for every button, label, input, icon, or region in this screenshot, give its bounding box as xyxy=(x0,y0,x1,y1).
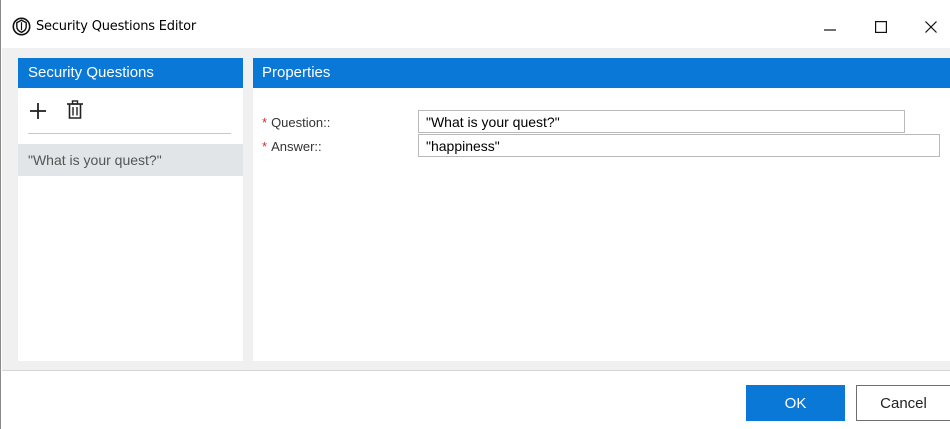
question-input[interactable] xyxy=(418,110,905,133)
ok-button[interactable]: OK xyxy=(746,385,845,421)
security-questions-header: Security Questions xyxy=(18,58,243,88)
required-marker: * xyxy=(262,139,268,154)
answer-label: * Answer:: xyxy=(262,139,322,161)
question-label: * Question:: xyxy=(262,115,330,137)
security-questions-window: Security Questions Editor Security Quest… xyxy=(0,0,950,429)
title-bar[interactable]: Security Questions Editor xyxy=(1,0,950,48)
window-title: Security Questions Editor xyxy=(36,19,197,34)
required-marker: * xyxy=(262,115,268,130)
minimize-icon xyxy=(824,21,836,33)
maximize-button[interactable] xyxy=(858,11,904,43)
questions-toolbar xyxy=(18,88,243,134)
close-button[interactable] xyxy=(908,11,950,43)
close-icon xyxy=(925,21,937,33)
maximize-icon xyxy=(875,21,887,33)
properties-header: Properties xyxy=(253,58,950,88)
properties-panel: Properties *Question:: *Answer:: xyxy=(253,58,950,361)
question-list-item[interactable]: "What is your quest?" xyxy=(18,144,243,176)
shield-logo-icon xyxy=(12,17,31,36)
minimize-button[interactable] xyxy=(807,11,853,43)
toolbar-divider xyxy=(28,133,231,134)
security-questions-panel: Security Questions "What is your quest?" xyxy=(18,58,243,361)
answer-label-text: Answer:: xyxy=(271,139,322,154)
question-label-text: Question:: xyxy=(271,115,331,130)
footer-divider xyxy=(2,370,950,371)
cancel-button[interactable]: Cancel xyxy=(856,385,950,421)
answer-input[interactable] xyxy=(418,134,940,157)
trash-icon[interactable] xyxy=(66,100,84,120)
plus-icon[interactable] xyxy=(28,101,48,121)
